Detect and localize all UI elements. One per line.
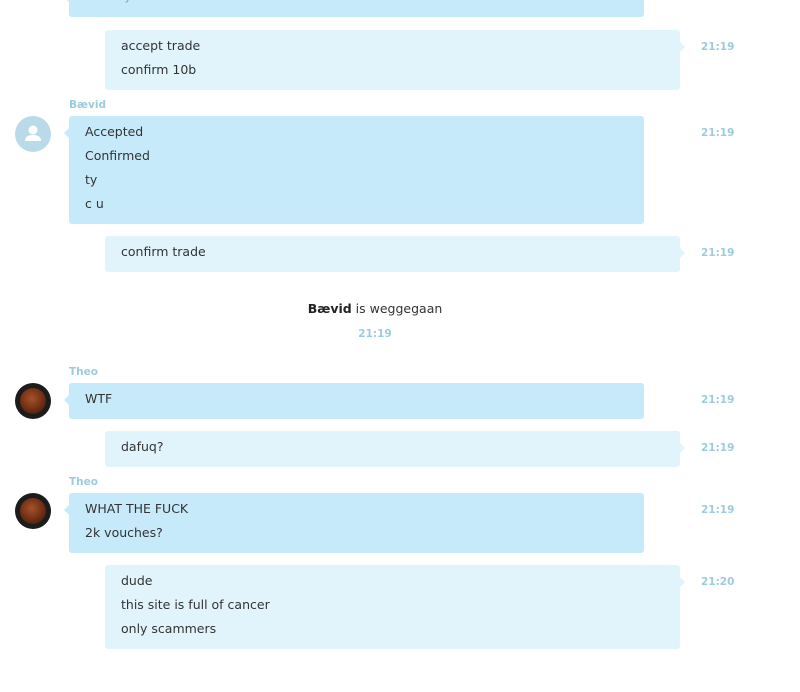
message-bubble-incoming[interactable]: WTF (64, 383, 644, 419)
message-line: dude (121, 573, 153, 588)
avatar-image (20, 388, 46, 414)
message-line: 2k vouches? (85, 525, 163, 540)
message-bubble-outgoing[interactable]: confirm trade (105, 236, 685, 272)
message-timestamp: 21:19 (701, 504, 735, 516)
sender-name: Theo (69, 366, 98, 378)
system-event-user: Bævid (307, 301, 352, 316)
message-line: dafuq? (121, 439, 164, 454)
message-timestamp: 21:19 (701, 41, 735, 53)
message-line: confirm 10b (121, 62, 197, 77)
photo-avatar[interactable] (15, 493, 51, 529)
message-timestamp: 21:20 (701, 576, 735, 588)
message-bubble-outgoing[interactable]: dafuq? (105, 431, 685, 467)
avatar-image (20, 498, 46, 524)
message-timestamp: 21:19 (701, 442, 735, 454)
photo-avatar[interactable] (15, 383, 51, 419)
message-line: WTF (85, 391, 113, 406)
message-bubble-outgoing[interactable]: accept trade confirm 10b (105, 30, 685, 90)
message-line: c u (85, 196, 104, 211)
message-line: only scammers (121, 621, 217, 636)
sender-name: Theo (69, 476, 98, 488)
system-event-timestamp: 21:19 (358, 328, 392, 340)
message-line: Confirmed (85, 148, 150, 163)
message-bubble-partial: I am by the chelse (64, 0, 644, 17)
message-line: I am by the chelse (85, 0, 628, 13)
message-timestamp: 21:19 (701, 247, 735, 259)
message-line: accept trade (121, 38, 201, 53)
message-line: ty (85, 172, 98, 187)
message-timestamp: 21:19 (701, 127, 735, 139)
system-event-text: Bævid is weggegaan (0, 301, 750, 316)
message-line: WHAT THE FUCK (85, 501, 189, 516)
message-line: Accepted (85, 124, 144, 139)
message-line: this site is full of cancer (121, 597, 270, 612)
message-bubble-outgoing[interactable]: dude this site is full of cancer only sc… (105, 565, 685, 649)
system-event-message: is weggegaan (351, 301, 443, 316)
message-line: confirm trade (121, 244, 206, 259)
sender-name: Bævid (69, 99, 106, 111)
message-bubble-incoming[interactable]: Accepted Confirmed ty c u (64, 116, 644, 224)
message-bubble-incoming[interactable]: WHAT THE FUCK 2k vouches? (64, 493, 644, 553)
user-silhouette-icon (25, 125, 41, 141)
default-avatar[interactable] (15, 116, 51, 152)
message-timestamp: 21:19 (701, 394, 735, 406)
